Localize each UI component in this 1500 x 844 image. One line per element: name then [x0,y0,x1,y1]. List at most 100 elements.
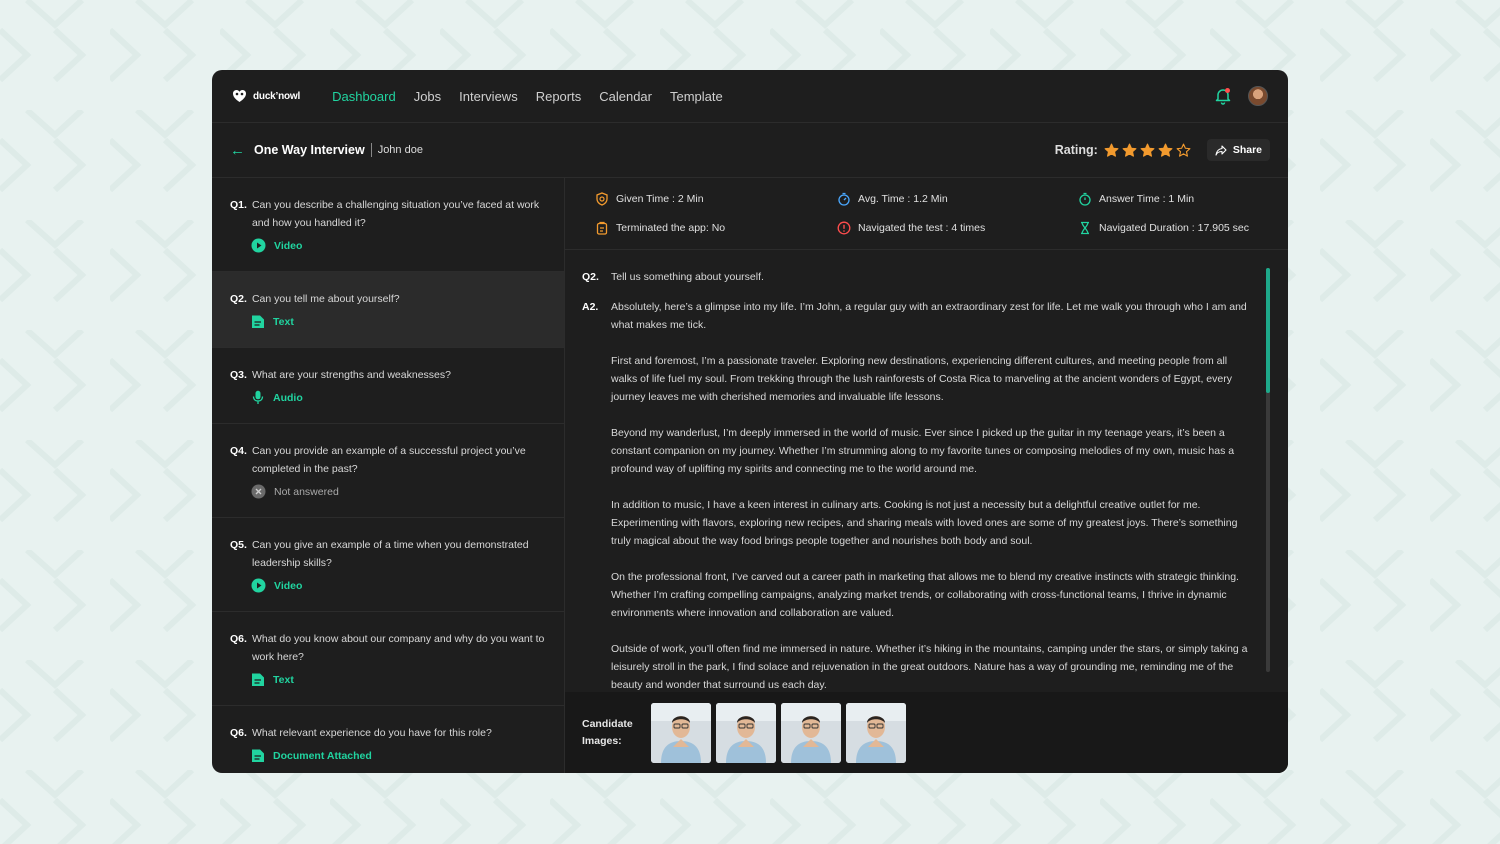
document-icon [252,673,264,686]
question-answer-type: Audio [251,390,546,423]
duck-owl-logo-icon [233,90,246,102]
nav-item-jobs[interactable]: Jobs [414,89,441,104]
answer-paragraph: On the professional front, I’ve carved o… [611,571,1239,619]
candidate-images-label: Candidate Images: [582,716,639,750]
question-item-q1[interactable]: Q1. Can you describe a challenging situa… [212,178,564,272]
terminated-app: Terminated the app: No [616,222,726,235]
top-navigation: duck’nowl Dashboard Jobs Interviews Repo… [212,70,1288,123]
scrollbar-thumb[interactable] [1266,268,1270,393]
share-label: Share [1232,144,1262,156]
star-empty-icon[interactable] [1176,143,1191,158]
play-circle-icon [251,578,266,593]
question-text: What relevant experience do you have for… [251,727,492,739]
given-time: Given Time : 2 Min [616,192,704,205]
answer-detail: Given Time : 2 Min Avg. Time : 1.2 Min A… [565,178,1288,773]
nav-item-calendar[interactable]: Calendar [599,89,652,104]
stat-navigated-duration: Navigated Duration : 17.905 sec [1078,214,1288,244]
question-item-q7[interactable]: Q6. What relevant experience do you have… [212,706,564,773]
answer-paragraph: In addition to music, I have a keen inte… [611,499,1238,547]
answer-paragraph: Outside of work, you’ll often find me im… [611,643,1248,691]
question-answer-type: Video [251,238,546,271]
question-text: Can you tell me about yourself? [251,293,400,305]
hourglass-icon [1081,222,1089,235]
play-circle-icon [251,238,266,253]
share-icon [1215,144,1227,156]
nav-item-dashboard[interactable]: Dashboard [332,89,396,104]
avg-time: Avg. Time : 1.2 Min [858,192,948,205]
star-filled-icon[interactable] [1158,143,1173,158]
question-text: Can you describe a challenging situation… [251,199,540,229]
rating-stars [1104,143,1191,158]
question-answer-type: Text [251,314,546,347]
nav-item-interviews[interactable]: Interviews [459,89,518,104]
question-text: What are your strengths and weaknesses? [251,369,451,381]
question-item-q6[interactable]: Q6. What do you know about our company a… [212,612,564,706]
header-actions: Rating: Share [1055,139,1270,161]
question-item-q3[interactable]: Q3. What are your strengths and weakness… [212,348,564,424]
stat-avg-time: Avg. Time : 1.2 Min [837,184,1078,214]
candidate-image-thumbnails [651,702,906,763]
nav-item-template[interactable]: Template [670,89,723,104]
notification-bell-icon[interactable] [1214,87,1232,105]
candidate-image-thumbnail[interactable] [651,702,711,763]
answer-paragraph: Absolutely, here’s a glimpse into my lif… [611,301,1247,331]
question-answer-type-label: Not answered [274,485,339,498]
question-number: Q1. [230,199,247,211]
question-answer-type-label: Document Attached [273,749,372,762]
alert-circle-icon [837,221,851,235]
stat-answer-time: Answer Time : 1 Min [1078,184,1288,214]
candidate-image-thumbnail[interactable] [846,702,906,763]
question-item-q4[interactable]: Q4. Can you provide an example of a succ… [212,424,564,518]
question-answer-type-label: Audio [273,391,303,404]
answer-question: Q2. Tell us something about yourself. [582,268,1248,286]
question-answer-type: Video [251,578,546,611]
candidate-name: John doe [377,144,423,156]
nav-item-reports[interactable]: Reports [536,89,582,104]
question-list: Q1. Can you describe a challenging situa… [212,178,565,773]
question-answer-type-label: Video [274,579,303,592]
logo-text: duck’nowl [253,90,301,102]
answer-scrollbar[interactable] [1266,268,1270,672]
stat-given-time: Given Time : 2 Min [595,184,837,214]
navigated-duration: Navigated Duration : 17.905 sec [1099,222,1250,235]
answer-body: A2. Absolutely, here’s a glimpse into my… [582,298,1248,692]
candidate-image-thumbnail[interactable] [716,702,776,763]
question-text-row: Q6. What do you know about our company a… [230,630,546,666]
back-arrow-icon[interactable]: ← [230,142,245,159]
answer-time: Answer Time : 1 Min [1099,192,1195,205]
topnav-right [1214,86,1268,106]
candidate-image-thumbnail[interactable] [781,702,841,763]
logo[interactable]: duck’nowl [232,89,300,103]
question-item-q2[interactable]: Q2. Can you tell me about yourself? Text [212,272,564,348]
question-text-row: Q1. Can you describe a challenging situa… [230,196,546,232]
title-divider [370,143,372,157]
close-circle-icon [251,484,266,499]
question-answer-type: Text [251,672,546,705]
star-filled-icon[interactable] [1104,143,1119,158]
star-filled-icon[interactable] [1122,143,1137,158]
user-avatar[interactable] [1248,86,1268,106]
answer-question-label: Q2. [582,271,599,283]
question-text-row: Q6. What relevant experience do you have… [230,724,546,742]
clipboard-icon [596,222,608,235]
content: Q1. Can you describe a challenging situa… [212,178,1288,773]
answer-paragraph: First and foremost, I’m a passionate tra… [611,355,1232,403]
answer-text: Absolutely, here’s a glimpse into my lif… [611,298,1248,692]
question-text-row: Q5. Can you give an example of a time wh… [230,536,546,572]
question-answer-type-label: Text [273,315,294,328]
question-item-q5[interactable]: Q5. Can you give an example of a time wh… [212,518,564,612]
question-text-row: Q2. Can you tell me about yourself? [230,290,546,308]
question-text: Can you give an example of a time when y… [251,539,529,569]
answer-question-text: Tell us something about yourself. [611,271,764,283]
answer-stats: Given Time : 2 Min Avg. Time : 1.2 Min A… [565,178,1288,250]
app-window: duck’nowl Dashboard Jobs Interviews Repo… [212,70,1288,773]
document-icon [252,315,264,328]
star-filled-icon[interactable] [1140,143,1155,158]
page-header: ← One Way Interview John doe Rating: Sha… [212,123,1288,178]
candidate-photo-icon [651,702,711,763]
page-title: One Way Interview [254,143,365,157]
question-number: Q3. [230,369,247,381]
share-button[interactable]: Share [1206,139,1270,161]
stat-terminated: Terminated the app: No [595,214,837,244]
nav-items: Dashboard Jobs Interviews Reports Calend… [332,89,723,104]
